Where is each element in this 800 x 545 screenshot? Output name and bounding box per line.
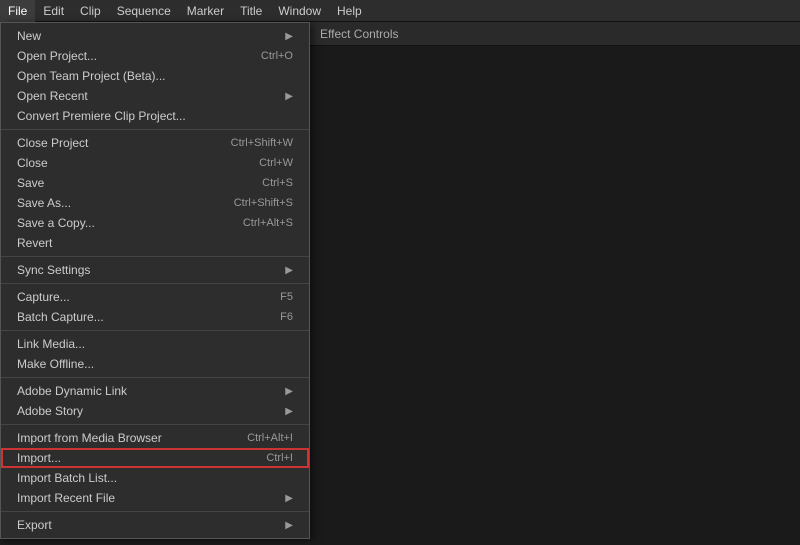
shortcut-batch-capture: F6 xyxy=(280,311,293,323)
shortcut-import-media-browser: Ctrl+Alt+I xyxy=(247,432,293,444)
menu-item-open-team[interactable]: Open Team Project (Beta)... xyxy=(1,66,309,86)
effect-controls-title: Effect Controls xyxy=(320,27,398,41)
menu-item-export[interactable]: Export ▶ xyxy=(1,515,309,535)
menu-item-close-project-label: Close Project xyxy=(17,136,88,150)
separator-4 xyxy=(1,330,309,331)
shortcut-import: Ctrl+I xyxy=(266,452,293,464)
menu-item-open-project-label: Open Project... xyxy=(17,49,97,63)
menu-item-capture-label: Capture... xyxy=(17,290,70,304)
menu-item-convert-label: Convert Premiere Clip Project... xyxy=(17,109,186,123)
menu-item-import-batch-list[interactable]: Import Batch List... xyxy=(1,468,309,488)
menu-item-open-recent-label: Open Recent xyxy=(17,89,88,103)
menu-item-import-media-browser-label: Import from Media Browser xyxy=(17,431,162,445)
right-panel: Effect Controls xyxy=(310,22,800,545)
separator-6 xyxy=(1,424,309,425)
menu-item-adobe-dynamic-link[interactable]: Adobe Dynamic Link ▶ xyxy=(1,381,309,401)
menu-sequence[interactable]: Sequence xyxy=(109,0,179,22)
menu-item-open-team-label: Open Team Project (Beta)... xyxy=(17,69,166,83)
menu-item-export-label: Export xyxy=(17,518,52,532)
menu-item-sync-settings-label: Sync Settings xyxy=(17,263,90,277)
menu-item-new[interactable]: New ▶ xyxy=(1,26,309,46)
menu-item-save-copy-label: Save a Copy... xyxy=(17,216,95,230)
menu-item-save-label: Save xyxy=(17,176,44,190)
menu-item-save[interactable]: Save Ctrl+S xyxy=(1,173,309,193)
menu-item-import-label: Import... xyxy=(17,451,61,465)
menu-item-open-recent[interactable]: Open Recent ▶ xyxy=(1,86,309,106)
menu-item-import-recent-file-label: Import Recent File xyxy=(17,491,115,505)
menu-item-import-from-media-browser[interactable]: Import from Media Browser Ctrl+Alt+I xyxy=(1,428,309,448)
menu-item-save-copy[interactable]: Save a Copy... Ctrl+Alt+S xyxy=(1,213,309,233)
menu-item-link-media[interactable]: Link Media... xyxy=(1,334,309,354)
menubar: File Edit Clip Sequence Marker Title Win… xyxy=(0,0,800,22)
menu-item-save-as-label: Save As... xyxy=(17,196,71,210)
menu-item-adobe-story-label: Adobe Story xyxy=(17,404,83,418)
separator-7 xyxy=(1,511,309,512)
effect-controls-header: Effect Controls xyxy=(310,22,800,46)
menu-clip[interactable]: Clip xyxy=(72,0,109,22)
menu-file[interactable]: File xyxy=(0,0,35,22)
menu-title[interactable]: Title xyxy=(232,0,270,22)
file-dropdown-menu: New ▶ Open Project... Ctrl+O Open Team P… xyxy=(0,22,310,539)
menu-item-revert[interactable]: Revert xyxy=(1,233,309,253)
submenu-arrow: ▶ xyxy=(285,31,293,42)
menu-item-import-batch-list-label: Import Batch List... xyxy=(17,471,117,485)
submenu-arrow-sync: ▶ xyxy=(285,265,293,276)
menu-item-close[interactable]: Close Ctrl+W xyxy=(1,153,309,173)
shortcut-close-project: Ctrl+Shift+W xyxy=(231,137,293,149)
shortcut-save: Ctrl+S xyxy=(262,177,293,189)
menu-item-save-as[interactable]: Save As... Ctrl+Shift+S xyxy=(1,193,309,213)
separator-3 xyxy=(1,283,309,284)
menu-item-import-recent-file[interactable]: Import Recent File ▶ xyxy=(1,488,309,508)
shortcut-save-copy: Ctrl+Alt+S xyxy=(243,217,293,229)
menu-window[interactable]: Window xyxy=(270,0,329,22)
main-area: New ▶ Open Project... Ctrl+O Open Team P… xyxy=(0,22,800,545)
menu-help[interactable]: Help xyxy=(329,0,370,22)
menu-item-sync-settings[interactable]: Sync Settings ▶ xyxy=(1,260,309,280)
menu-marker[interactable]: Marker xyxy=(179,0,232,22)
menu-item-batch-capture[interactable]: Batch Capture... F6 xyxy=(1,307,309,327)
separator-5 xyxy=(1,377,309,378)
menu-item-convert[interactable]: Convert Premiere Clip Project... xyxy=(1,106,309,126)
menu-item-capture[interactable]: Capture... F5 xyxy=(1,287,309,307)
menu-item-adobe-story[interactable]: Adobe Story ▶ xyxy=(1,401,309,421)
menu-item-close-project[interactable]: Close Project Ctrl+Shift+W xyxy=(1,133,309,153)
shortcut-capture: F5 xyxy=(280,291,293,303)
submenu-arrow-recent: ▶ xyxy=(285,91,293,102)
menu-edit[interactable]: Edit xyxy=(35,0,72,22)
menu-item-batch-capture-label: Batch Capture... xyxy=(17,310,104,324)
shortcut-close: Ctrl+W xyxy=(259,157,293,169)
left-panel: New ▶ Open Project... Ctrl+O Open Team P… xyxy=(0,22,310,545)
submenu-arrow-dynamic-link: ▶ xyxy=(285,386,293,397)
menu-item-make-offline[interactable]: Make Offline... xyxy=(1,354,309,374)
menu-item-revert-label: Revert xyxy=(17,236,52,250)
menu-item-new-label: New xyxy=(17,29,41,43)
submenu-arrow-story: ▶ xyxy=(285,406,293,417)
separator-1 xyxy=(1,129,309,130)
menu-item-link-media-label: Link Media... xyxy=(17,337,85,351)
separator-2 xyxy=(1,256,309,257)
submenu-arrow-import-recent: ▶ xyxy=(285,493,293,504)
effect-controls-content xyxy=(310,46,800,545)
menu-item-open-project[interactable]: Open Project... Ctrl+O xyxy=(1,46,309,66)
shortcut-open-project: Ctrl+O xyxy=(261,50,293,62)
menu-item-make-offline-label: Make Offline... xyxy=(17,357,94,371)
menu-item-import[interactable]: Import... Ctrl+I xyxy=(1,448,309,468)
menu-item-adobe-dynamic-link-label: Adobe Dynamic Link xyxy=(17,384,127,398)
shortcut-save-as: Ctrl+Shift+S xyxy=(234,197,293,209)
submenu-arrow-export: ▶ xyxy=(285,520,293,531)
menu-item-close-label: Close xyxy=(17,156,48,170)
